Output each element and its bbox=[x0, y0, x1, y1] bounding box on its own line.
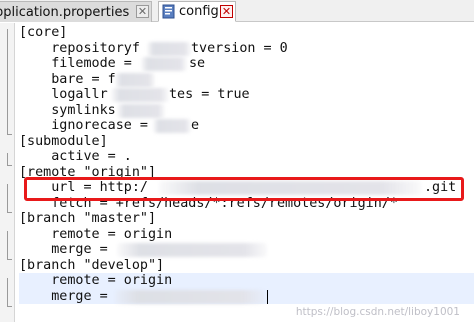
close-icon[interactable]: ✕ bbox=[136, 5, 149, 18]
fold-line bbox=[7, 231, 8, 260]
code-text: bare = f bbox=[19, 71, 116, 87]
file-icon bbox=[162, 4, 176, 19]
fold-line bbox=[7, 29, 8, 135]
code-text-tail: e bbox=[191, 118, 200, 133]
code-line: filemode = se bbox=[19, 56, 474, 72]
text-cursor bbox=[267, 289, 268, 304]
code-text: logallr bbox=[19, 87, 108, 102]
code-line: [branch "master"] bbox=[19, 211, 474, 227]
fold-gutter bbox=[0, 23, 15, 322]
tab-label: config bbox=[179, 4, 219, 19]
fold-tick bbox=[7, 259, 12, 260]
code-line: ignorecase = e bbox=[19, 118, 474, 134]
code-text: merge = bbox=[19, 242, 116, 257]
code-line: repositoryf tversion = 0 bbox=[19, 41, 474, 57]
blurred-text bbox=[117, 103, 165, 118]
code-line: remote = origin bbox=[19, 273, 474, 289]
code-text: ignorecase = bbox=[19, 118, 157, 133]
code-text-tail: tversion = 0 bbox=[191, 40, 288, 56]
code-text: [branch "master"] bbox=[19, 211, 157, 226]
tab-application-properties[interactable]: pplication.properties ✕ bbox=[0, 1, 152, 22]
code-line: remote = origin bbox=[19, 227, 474, 243]
code-text: symlinks bbox=[19, 102, 116, 118]
tab-config[interactable]: config ✕ bbox=[158, 1, 236, 22]
blurred-text bbox=[115, 72, 155, 87]
blurred-text bbox=[115, 289, 265, 304]
blurred-text bbox=[153, 119, 191, 133]
blurred-text bbox=[141, 57, 187, 71]
code-text-tail: se bbox=[189, 56, 206, 71]
code-text: [core] bbox=[19, 25, 68, 40]
code-text: remote = origin bbox=[19, 273, 173, 288]
code-text-tail: tes = true bbox=[169, 87, 250, 102]
fold-tick bbox=[7, 212, 12, 213]
code-line: symlinks bbox=[19, 103, 474, 119]
fold-line bbox=[7, 278, 8, 307]
code-editor[interactable]: [core] repositoryf tversion = 0 filemode … bbox=[19, 25, 474, 304]
code-line: active = . bbox=[19, 149, 474, 165]
fold-line bbox=[7, 184, 8, 213]
code-line: merge = bbox=[19, 242, 474, 258]
code-text: [branch "develop"] bbox=[19, 257, 165, 273]
tab-bar: pplication.properties ✕ config ✕ bbox=[0, 0, 474, 22]
fold-tick bbox=[7, 306, 12, 307]
fold-tick bbox=[7, 165, 12, 166]
code-line: logallr tes = true bbox=[19, 87, 474, 103]
code-line: merge = bbox=[19, 288, 474, 304]
blurred-text bbox=[147, 41, 191, 56]
fold-tick bbox=[7, 134, 12, 135]
code-line: bare = f bbox=[19, 72, 474, 88]
url-highlight-box bbox=[24, 177, 464, 201]
blurred-text bbox=[117, 243, 267, 257]
tab-label: pplication.properties bbox=[0, 4, 130, 20]
watermark: https://blog.csdn.net/liboy1001 bbox=[295, 306, 460, 318]
code-line: [branch "develop"] bbox=[19, 258, 474, 274]
code-line: [core] bbox=[19, 25, 474, 41]
code-text: filemode = bbox=[19, 56, 140, 71]
code-text: [submodule] bbox=[19, 133, 108, 149]
close-icon[interactable]: ✕ bbox=[220, 5, 233, 18]
code-text: active = . bbox=[19, 149, 132, 164]
code-text: repositoryf bbox=[19, 40, 140, 56]
blurred-text bbox=[111, 88, 169, 102]
code-text: merge = bbox=[19, 288, 116, 304]
code-text: remote = origin bbox=[19, 226, 173, 242]
code-line: [submodule] bbox=[19, 134, 474, 150]
